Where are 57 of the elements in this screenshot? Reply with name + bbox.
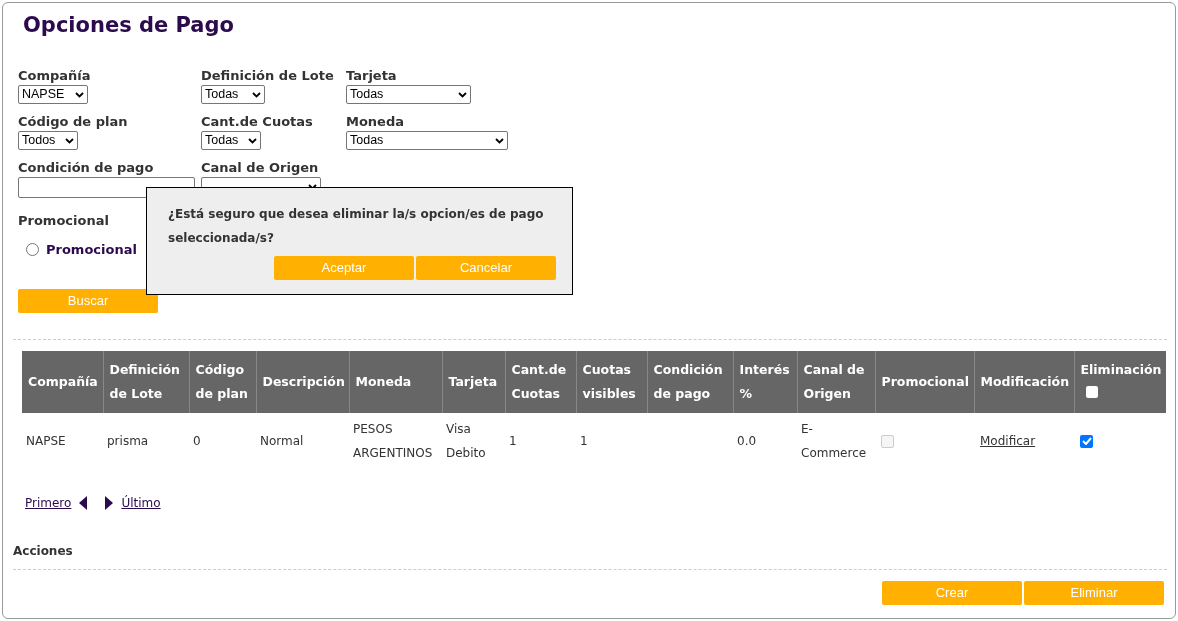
table-cell: PESOS ARGENTINOS: [353, 421, 433, 460]
field-label: Compañía: [18, 67, 92, 85]
column-header: Tarjeta: [442, 351, 505, 413]
dialog-message: ¿Está seguro que desea eliminar la/s opcion/es de pago seleccionada/s?: [168, 206, 545, 247]
table-cell: Normal: [260, 433, 304, 448]
chevron-down-icon: [252, 91, 261, 98]
column-header: Promocional: [875, 351, 974, 413]
chevron-down-icon: [495, 137, 504, 144]
dropdown[interactable]: Todas: [201, 131, 261, 150]
radio-button[interactable]: [26, 242, 39, 256]
column-header: Moneda: [349, 351, 442, 413]
next-page-icon[interactable]: [105, 496, 114, 510]
dropdown[interactable]: NAPSE: [18, 85, 88, 104]
page-title: Opciones de Pago: [23, 12, 234, 39]
chevron-down-icon: [248, 137, 257, 144]
column-header-label: Eliminación: [1080, 361, 1160, 379]
field-label: Cant.de Cuotas: [201, 113, 314, 131]
chevron-down-icon: [75, 91, 84, 98]
modify-link[interactable]: Modificar: [980, 433, 1036, 448]
dropdown[interactable]: Todas: [201, 85, 265, 104]
column-header: Modificación: [974, 351, 1074, 413]
field-label: Condición de pago: [18, 159, 155, 177]
field-label: Tarjeta: [346, 67, 398, 85]
column-header: Interés %: [733, 351, 797, 413]
field-label: Definición de Lote: [201, 67, 335, 85]
field-label: Código de plan: [18, 113, 129, 131]
section-title: Acciones: [13, 543, 73, 560]
dropdown[interactable]: Todas: [346, 85, 471, 104]
column-header: Canal de Origen: [797, 351, 875, 413]
table-cell: Visa Debito: [446, 421, 486, 460]
column-header: Compañía: [22, 351, 103, 413]
radio-label: Promocional: [46, 240, 137, 259]
table-cell: 0.0: [737, 433, 757, 448]
chevron-down-icon: [458, 91, 467, 98]
column-header: Definición de Lote: [103, 351, 189, 413]
column-header: Código de plan: [189, 351, 256, 413]
table-cell: 1: [509, 433, 517, 448]
table-cell: 1: [580, 433, 588, 448]
first-page-link[interactable]: Primero: [25, 494, 72, 512]
column-header: Cuotas visibles: [576, 351, 647, 413]
column-header: Condición de pago: [647, 351, 733, 413]
field-label: Moneda: [346, 113, 406, 131]
field-label: Promocional: [18, 212, 110, 230]
previous-page-icon[interactable]: [79, 496, 88, 510]
table-cell: prisma: [107, 433, 149, 448]
chevron-down-icon: [65, 137, 74, 144]
dropdown[interactable]: Todos: [18, 131, 78, 150]
dropdown[interactable]: Todas: [346, 131, 508, 150]
column-header: Descripción: [256, 351, 349, 413]
column-header: Cant.de Cuotas: [505, 351, 576, 413]
table-cell: NAPSE: [26, 433, 66, 448]
select-all-checkbox[interactable]: [1085, 386, 1098, 398]
checkbox[interactable]: [1080, 434, 1093, 448]
last-page-link[interactable]: Último: [121, 494, 161, 512]
table-cell: E-Commerce: [801, 421, 867, 460]
field-label: Canal de Origen: [201, 159, 320, 177]
table-cell: 0: [193, 433, 201, 448]
